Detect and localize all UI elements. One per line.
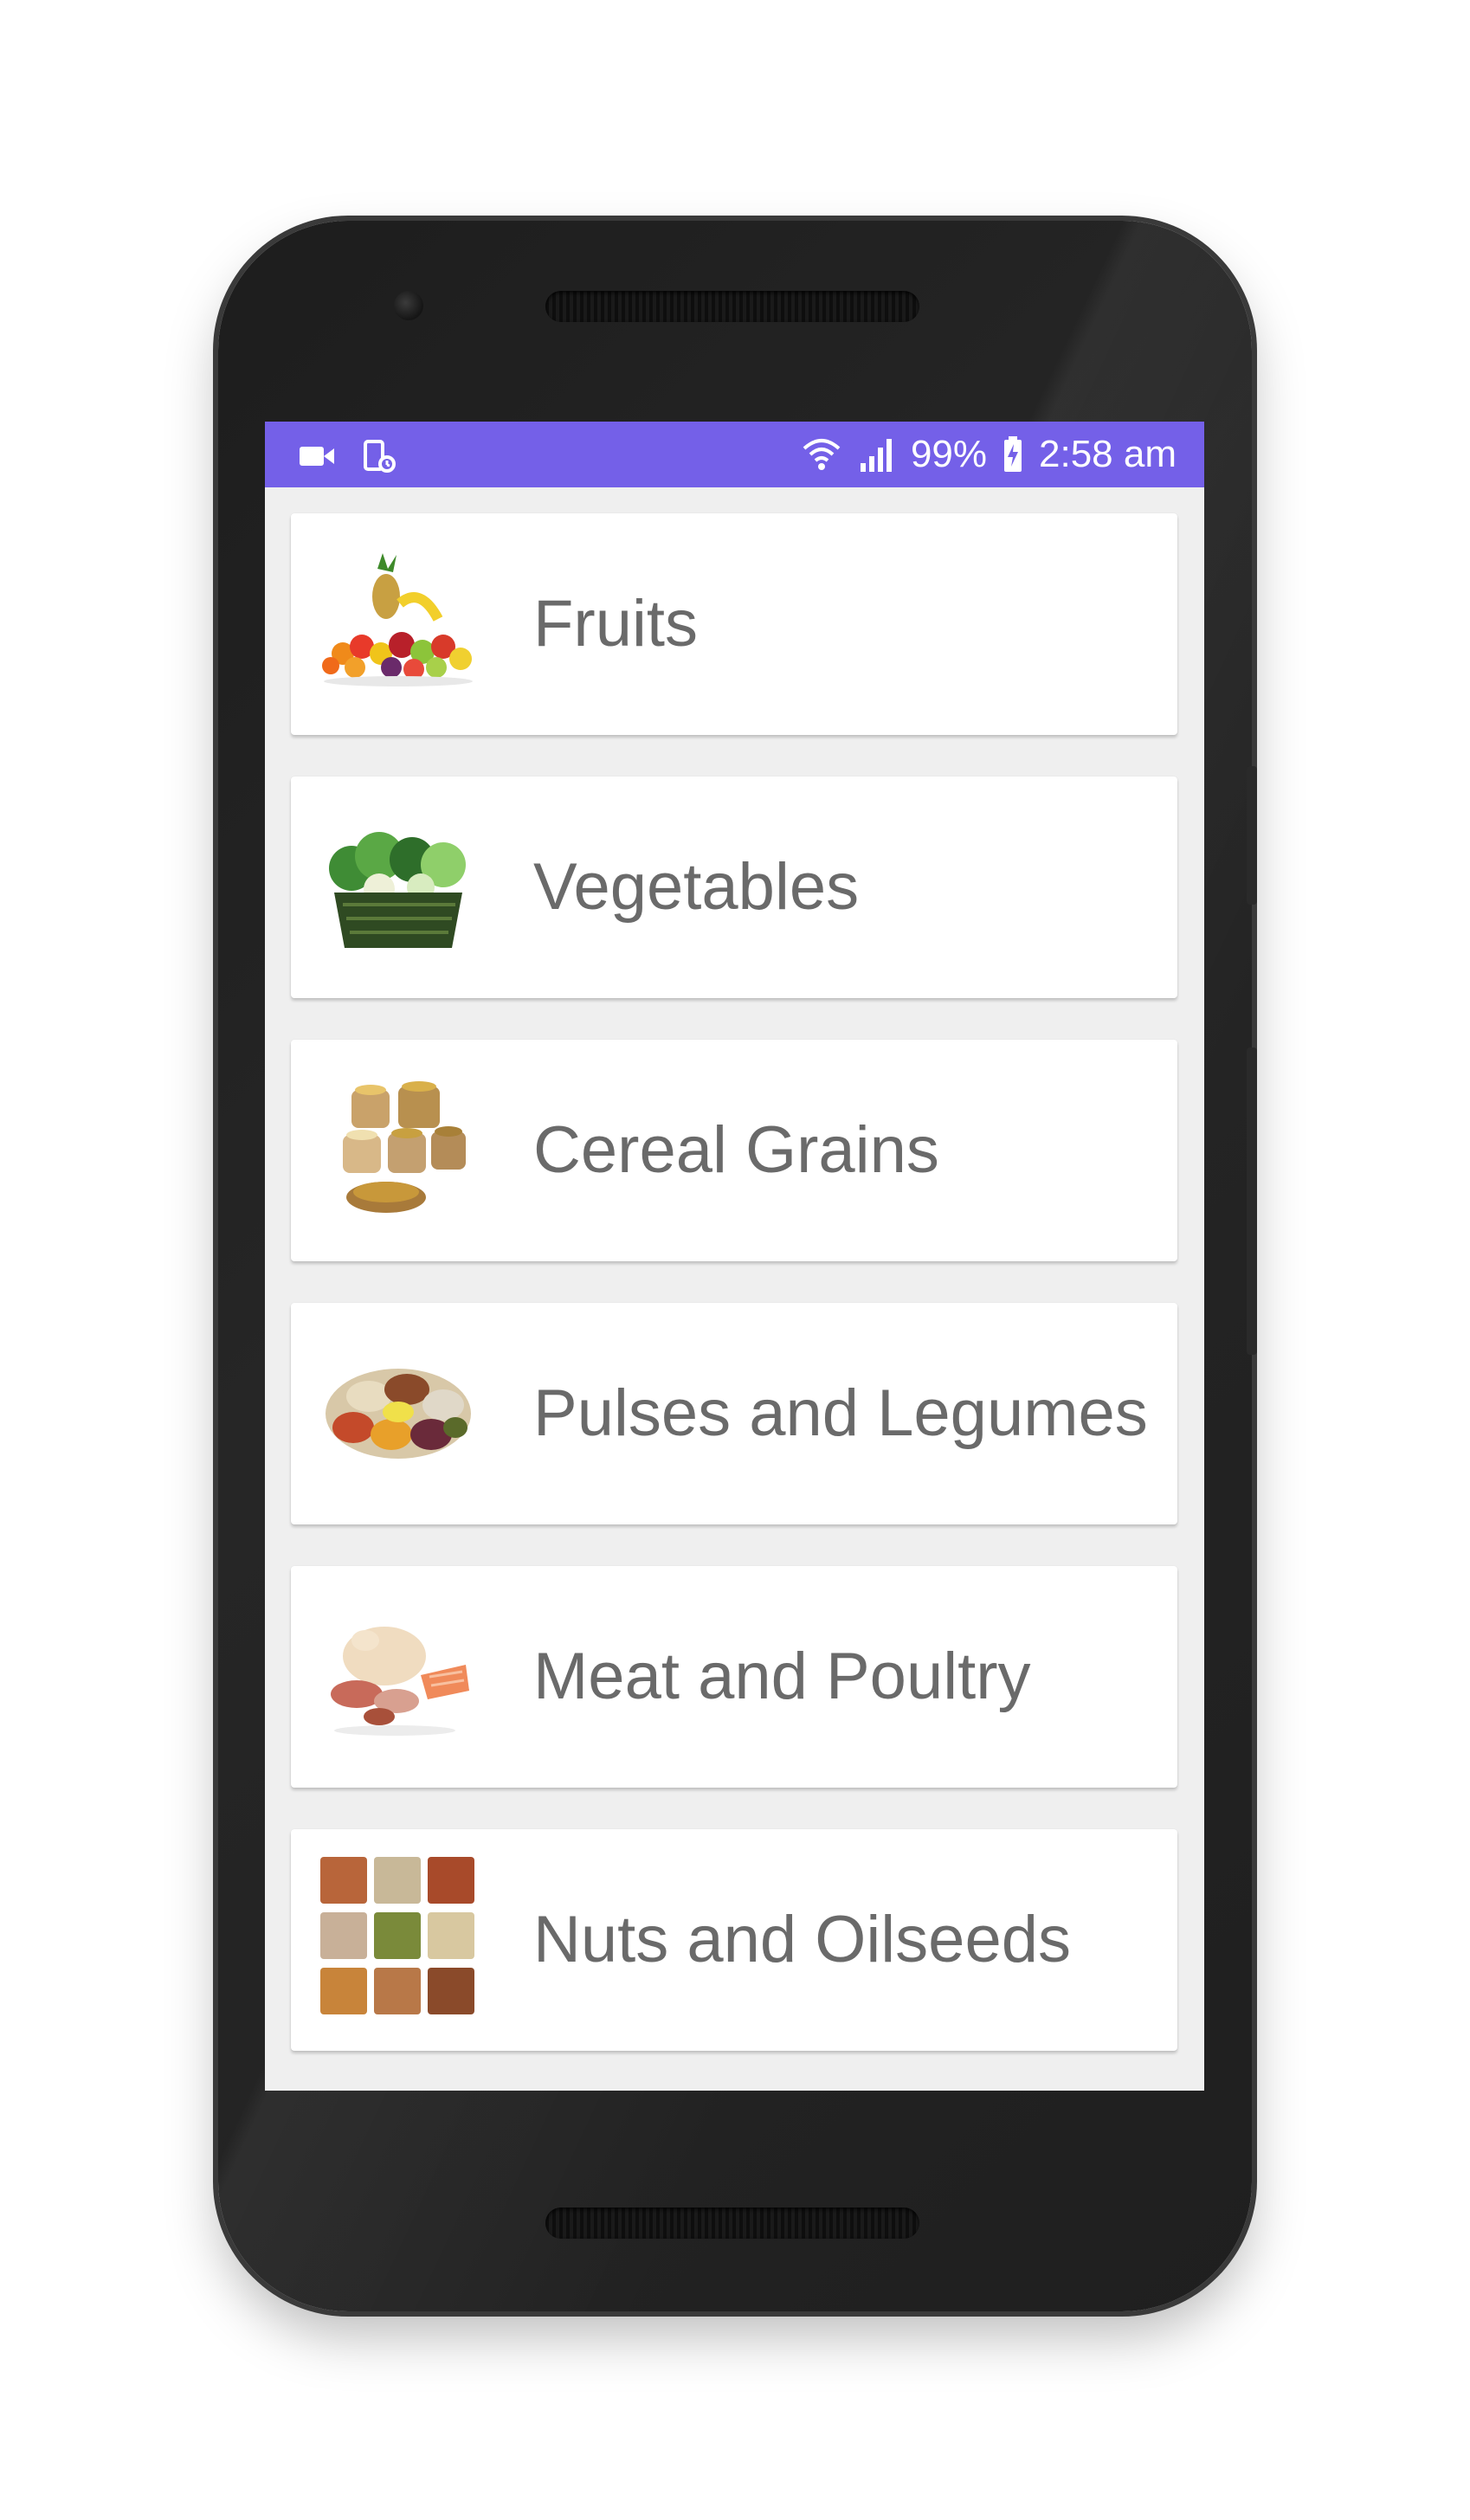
list-item-cereal-grains[interactable]: Cereal Grains bbox=[291, 1040, 1177, 1261]
earpiece-speaker bbox=[545, 291, 919, 322]
bottom-speaker bbox=[545, 2207, 919, 2239]
category-label: Fruits bbox=[533, 587, 698, 661]
meat-poultry-image bbox=[317, 1604, 480, 1750]
category-label: Cereal Grains bbox=[533, 1113, 939, 1187]
cereal-grains-image bbox=[317, 1078, 480, 1223]
status-left-icons bbox=[298, 439, 397, 474]
nuts-oilseeds-image bbox=[317, 1852, 480, 2021]
power-button[interactable] bbox=[1247, 766, 1257, 905]
battery-percent: 99% bbox=[910, 433, 988, 475]
list-item-nuts-oilseeds[interactable]: Nuts and Oilseeds bbox=[291, 1829, 1177, 2051]
app-screen: 99% 2:58 am Fruits Vegetables Cereal Gra… bbox=[265, 422, 1204, 2091]
signal-icon bbox=[857, 435, 895, 474]
status-bar: 99% 2:58 am bbox=[265, 422, 1204, 487]
fruits-image bbox=[317, 551, 480, 697]
vegetables-image bbox=[317, 815, 480, 960]
pulses-legumes-image bbox=[317, 1341, 480, 1486]
front-camera bbox=[394, 291, 423, 320]
screen-rotation-icon bbox=[362, 439, 397, 474]
list-item-fruits[interactable]: Fruits bbox=[291, 513, 1177, 735]
wifi-icon bbox=[802, 435, 841, 474]
battery-charging-icon bbox=[1003, 435, 1023, 474]
category-label: Pulses and Legumes bbox=[533, 1376, 1148, 1450]
list-item-meat-poultry[interactable]: Meat and Poultry bbox=[291, 1566, 1177, 1788]
list-item-vegetables[interactable]: Vegetables bbox=[291, 777, 1177, 998]
category-list: Fruits Vegetables Cereal Grains Pulses a… bbox=[291, 513, 1177, 2091]
list-item-pulses-legumes[interactable]: Pulses and Legumes bbox=[291, 1303, 1177, 1524]
video-camera-icon bbox=[298, 443, 336, 469]
clock: 2:58 am bbox=[1039, 433, 1177, 475]
device-mockup: 99% 2:58 am Fruits Vegetables Cereal Gra… bbox=[0, 0, 1470, 2520]
volume-button[interactable] bbox=[1247, 1047, 1257, 1355]
status-right-icons: 99% 2:58 am bbox=[802, 430, 1177, 479]
category-label: Vegetables bbox=[533, 850, 860, 924]
category-label: Nuts and Oilseeds bbox=[533, 1903, 1071, 1976]
category-label: Meat and Poultry bbox=[533, 1640, 1031, 1713]
